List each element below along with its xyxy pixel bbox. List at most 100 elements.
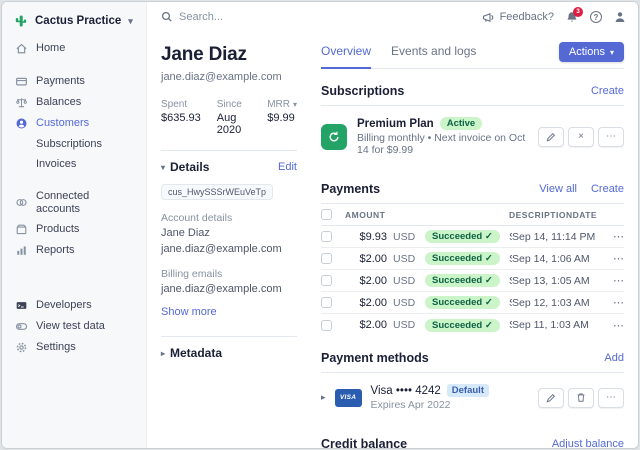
payment-row[interactable]: $2.00 USD Succeeded ✓ Subscription updat… [321, 292, 624, 314]
search-icon [161, 11, 173, 23]
adjust-balance-link[interactable]: Adjust balance [552, 438, 624, 449]
subscriptions-title: Subscriptions [321, 84, 404, 98]
card-more-button[interactable]: ⋯ [598, 388, 624, 408]
search-bar[interactable] [161, 11, 482, 23]
bar-chart-icon [14, 244, 28, 258]
sidebar-item-label: Balances [36, 96, 81, 109]
row-checkbox[interactable] [321, 297, 332, 308]
scale-icon [14, 96, 28, 110]
feedback-button[interactable]: Feedback? [482, 11, 554, 23]
customer-id-badge[interactable]: cus_HwySSSrWEuVeTp [161, 184, 273, 200]
sidebar-item-balances[interactable]: Balances [2, 92, 146, 113]
notifications-button[interactable]: 3 [566, 11, 578, 24]
sidebar-item-payments[interactable]: Payments [2, 71, 146, 92]
payment-row[interactable]: $9.93 USD Succeeded ✓ Subscription updat… [321, 226, 624, 248]
customers-icon [14, 117, 28, 131]
column-header-amount: AMOUNT [343, 210, 509, 220]
profile-button[interactable] [614, 11, 626, 23]
subscription-status-badge: Active [440, 117, 483, 130]
card-delete-button[interactable] [568, 388, 594, 408]
row-more-button[interactable]: ⋯ [604, 230, 624, 243]
check-icon: ✓ [485, 253, 493, 264]
topbar: Feedback? 3 ? [147, 2, 638, 32]
select-all-checkbox[interactable] [321, 209, 332, 220]
account-switcher[interactable]: Cactus Practice ▾ [2, 10, 146, 38]
sidebar-item-connected-accounts[interactable]: Connected accounts [2, 186, 146, 219]
billing-email-value: jane.diaz@example.com [161, 282, 297, 296]
details-section-title[interactable]: ▾ Details [161, 160, 209, 174]
sidebar-item-customers[interactable]: Customers [2, 113, 146, 134]
sidebar-item-view-test-data[interactable]: View test data [2, 316, 146, 337]
help-button[interactable]: ? [590, 11, 602, 23]
chevron-right-icon[interactable]: ▸ [321, 392, 326, 403]
customer-stats: Spent $635.93 Since Aug 2020 MRR▾ $9.99 [161, 99, 297, 136]
sidebar-item-label: Payments [36, 75, 85, 88]
sidebar-item-label: View test data [36, 320, 105, 333]
stat-since: Since Aug 2020 [217, 99, 251, 136]
chevron-down-icon: ▾ [161, 163, 165, 172]
metadata-section-title[interactable]: ▸ Metadata [161, 346, 222, 360]
payment-method-add-link[interactable]: Add [604, 352, 624, 364]
status-badge: Succeeded ✓ [425, 274, 500, 287]
subscription-plan-name: Premium Plan [357, 118, 434, 130]
details-edit-link[interactable]: Edit [278, 161, 297, 173]
customer-summary-panel: Jane Diaz jane.diaz@example.com Spent $6… [147, 32, 305, 448]
recurring-icon [321, 124, 347, 150]
row-checkbox[interactable] [321, 275, 332, 286]
row-checkbox[interactable] [321, 253, 332, 264]
sidebar-item-products[interactable]: Products [2, 219, 146, 240]
row-more-button[interactable]: ⋯ [604, 252, 624, 265]
stat-mrr[interactable]: MRR▾ $9.99 [267, 99, 297, 136]
tab-overview[interactable]: Overview [321, 44, 371, 69]
check-icon: ✓ [485, 231, 493, 242]
wallet-icon [14, 75, 28, 89]
sidebar-item-home[interactable]: Home [2, 38, 146, 59]
row-more-button[interactable]: ⋯ [604, 274, 624, 287]
customer-email: jane.diaz@example.com [161, 71, 297, 83]
actions-button[interactable]: Actions ▾ [559, 42, 624, 62]
account-details-label: Account details [161, 212, 297, 224]
payment-row[interactable]: $2.00 USD Succeeded ✓ Subscription updat… [321, 314, 624, 336]
chevron-right-icon: ▸ [161, 349, 165, 358]
search-input[interactable] [179, 11, 339, 23]
sidebar-item-developers[interactable]: Developers [2, 295, 146, 316]
payments-table: AMOUNT DESCRIPTION DATE $9.93 USD Succee… [321, 204, 624, 336]
account-name: Cactus Practice [35, 15, 121, 27]
sidebar-item-reports[interactable]: Reports [2, 240, 146, 261]
column-header-description: DESCRIPTION [509, 210, 573, 220]
payment-method-row[interactable]: ▸ VISA Visa •••• 4242 Default Expires Ap… [321, 373, 624, 422]
check-icon: ✓ [485, 320, 493, 331]
tab-events-and-logs[interactable]: Events and logs [391, 44, 476, 68]
sidebar-item-label: Settings [36, 341, 76, 354]
subscription-row[interactable]: Premium Plan Active Billing monthly • Ne… [321, 106, 624, 167]
payment-methods-section: Payment methods Add ▸ VISA Visa •••• 424… [321, 351, 624, 422]
row-more-button[interactable]: ⋯ [604, 319, 624, 332]
credit-balance-section: Credit balance Adjust balance $0.00 USD [321, 437, 624, 449]
subscription-cancel-button[interactable]: × [568, 127, 594, 147]
sidebar-item-invoices[interactable]: Invoices [2, 154, 146, 174]
subscriptions-section: Subscriptions Create Premium Plan Active [321, 84, 624, 167]
row-more-button[interactable]: ⋯ [604, 296, 624, 309]
show-more-link[interactable]: Show more [161, 306, 217, 318]
payments-create-link[interactable]: Create [591, 183, 624, 195]
payment-row[interactable]: $2.00 USD Succeeded ✓ Subscription updat… [321, 270, 624, 292]
card-edit-button[interactable] [538, 388, 564, 408]
sidebar-item-settings[interactable]: Settings [2, 337, 146, 358]
feedback-label: Feedback? [500, 11, 554, 23]
stat-spent: Spent $635.93 [161, 99, 201, 136]
payment-row[interactable]: $2.00 USD Succeeded ✓ Subscription updat… [321, 248, 624, 270]
subscription-edit-button[interactable] [538, 127, 564, 147]
subscription-create-link[interactable]: Create [591, 85, 624, 97]
terminal-icon [14, 299, 28, 313]
box-icon [14, 223, 28, 237]
chevron-down-icon: ▾ [610, 48, 614, 57]
sidebar-item-label: Reports [36, 244, 75, 257]
customer-name: Jane Diaz [161, 44, 297, 66]
payments-view-all-link[interactable]: View all [539, 183, 577, 195]
default-badge: Default [447, 384, 489, 397]
row-checkbox[interactable] [321, 231, 332, 242]
row-checkbox[interactable] [321, 320, 332, 331]
subscription-more-button[interactable]: ⋯ [598, 127, 624, 147]
sidebar-item-subscriptions[interactable]: Subscriptions [2, 134, 146, 154]
question-icon: ? [594, 13, 599, 22]
